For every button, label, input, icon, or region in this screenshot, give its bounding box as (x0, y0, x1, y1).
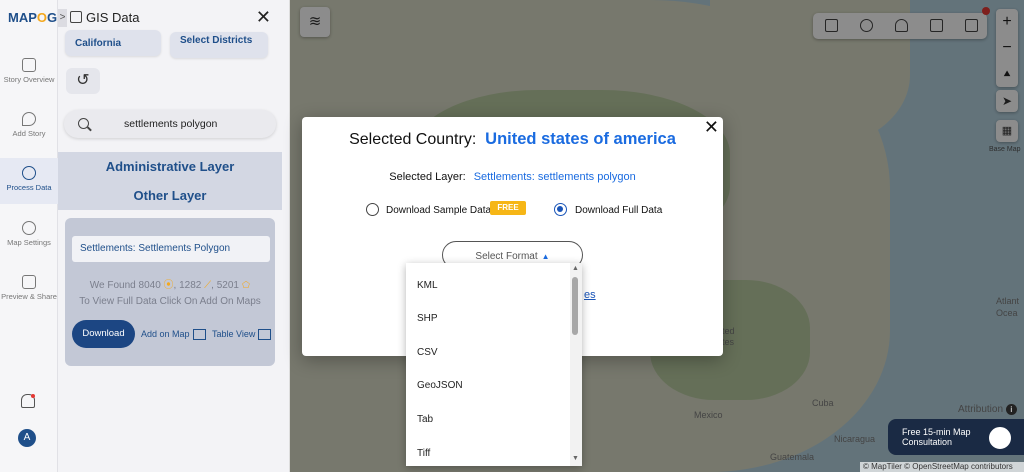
format-select-placeholder: Select Format (475, 251, 538, 262)
scroll-down-icon[interactable]: ▼ (572, 455, 579, 462)
polygon-icon: ⬠ (241, 280, 251, 291)
rail-item-preview-share[interactable]: Preview & Share (0, 275, 58, 301)
rail-item-label: Add Story (12, 129, 46, 138)
rail-item-label: Process Data (6, 183, 52, 192)
panel-toggle-button[interactable]: > (58, 9, 67, 27)
selected-layer-label: Selected Layer: (389, 171, 466, 183)
scroll-thumb[interactable] (572, 277, 578, 335)
search-input[interactable]: settlements polygon (64, 110, 276, 138)
left-rail: MAPOG Story Overview Add Story Process D… (0, 0, 58, 472)
rail-item-label: Map Settings (7, 238, 51, 247)
result-hint: To View Full Data Click On Add On Maps (79, 296, 261, 307)
reset-button[interactable]: ↺ (66, 68, 100, 94)
download-button[interactable]: Download (72, 320, 135, 348)
stats-lines: 1282 (179, 280, 202, 291)
mapog-logo[interactable]: MAPOG (8, 10, 57, 25)
book-icon (22, 58, 36, 72)
format-option-kml[interactable]: KML (417, 280, 438, 291)
add-on-map-label: Add on Map (141, 329, 190, 339)
stats-points: We Found 8040 (89, 280, 161, 291)
settings-icon (22, 221, 36, 235)
panel-title: GIS Data (86, 10, 140, 25)
gis-data-panel: > GIS Data ✕ California Select Districts… (58, 0, 290, 472)
map-copyright[interactable]: © MapTiler © OpenStreetMap contributors (860, 462, 1024, 472)
selected-layer-row: Selected Layer: Settlements: settlements … (302, 171, 723, 183)
format-option-geojson[interactable]: GeoJSON (417, 380, 463, 391)
sample-data-label[interactable]: Download Sample Data (386, 205, 491, 216)
line-icon: ⟋ (204, 280, 212, 291)
rail-item-label: Story Overview (3, 75, 55, 84)
logo-text-right: G (47, 10, 58, 25)
attribution-label[interactable]: Attribution i (958, 404, 1017, 415)
layers-icon (70, 11, 82, 23)
district-chip[interactable]: Select Districts (170, 32, 268, 58)
logo-text-left: MAP (8, 10, 37, 25)
other-layer-link[interactable]: Other Layer (58, 188, 282, 203)
state-chip[interactable]: California (65, 30, 161, 56)
free-badge: FREE (490, 201, 526, 215)
map-icon (192, 329, 206, 341)
panel-close-button[interactable]: ✕ (256, 8, 271, 26)
gear-icon (22, 166, 36, 180)
caret-up-icon: ▲ (541, 252, 550, 261)
table-view-label: Table View (212, 329, 256, 339)
rail-item-process-data[interactable]: Process Data (0, 158, 58, 204)
stats-polygons: 5201 (216, 280, 239, 291)
format-option-tiff[interactable]: Tiff (417, 448, 430, 459)
chat-icon[interactable] (986, 424, 1014, 452)
share-icon (22, 275, 36, 289)
modal-title-label: Selected Country: (349, 131, 477, 148)
result-card: Settlements: Settlements Polygon We Foun… (65, 218, 275, 366)
pin-icon (22, 112, 36, 126)
logo-text-o: O (36, 10, 48, 25)
result-layer-name: Settlements: Settlements Polygon (72, 236, 270, 262)
selected-country: United states of america (485, 130, 676, 148)
result-stats: We Found 8040 ⦿, 1282 ⟋, 5201 ⬠ (89, 280, 251, 291)
table-view-button[interactable]: Table View (212, 329, 272, 341)
avatar[interactable]: A (18, 429, 36, 447)
format-option-shp[interactable]: SHP (417, 313, 438, 324)
sample-data-radio[interactable] (366, 203, 379, 216)
selected-layer-value: Settlements: settlements polygon (473, 171, 636, 183)
search-input-value: settlements polygon (124, 118, 218, 130)
format-option-tab[interactable]: Tab (417, 414, 433, 425)
rail-item-add-story[interactable]: Add Story (0, 112, 58, 138)
scroll-up-icon[interactable]: ▲ (572, 265, 579, 272)
full-data-radio[interactable] (554, 203, 567, 216)
dropdown-scrollbar[interactable]: ▲ ▼ (570, 263, 582, 466)
full-data-label[interactable]: Download Full Data (575, 205, 662, 216)
rail-item-map-settings[interactable]: Map Settings (0, 221, 58, 247)
search-icon (78, 118, 89, 129)
table-icon (258, 329, 272, 341)
rail-item-story-overview[interactable]: Story Overview (0, 58, 58, 84)
info-icon: i (1005, 404, 1017, 415)
layer-category-list: Administrative Layer Other Layer (58, 152, 282, 210)
app-root: MAPOG Story Overview Add Story Process D… (0, 0, 1024, 472)
administrative-layer-link[interactable]: Administrative Layer (58, 159, 282, 174)
modal-title: Selected Country: United states of ameri… (302, 130, 723, 149)
attribution-text: Attribution (958, 404, 1004, 415)
add-on-map-button[interactable]: Add on Map (141, 329, 206, 341)
format-option-csv[interactable]: CSV (417, 347, 438, 358)
format-dropdown: KML SHP CSV GeoJSON Tab Tiff ▲ ▼ (406, 263, 582, 466)
modal-link[interactable]: es (584, 289, 596, 301)
notification-dot (31, 394, 35, 398)
point-icon: ⦿ (163, 280, 174, 291)
rail-item-label: Preview & Share (1, 292, 57, 301)
